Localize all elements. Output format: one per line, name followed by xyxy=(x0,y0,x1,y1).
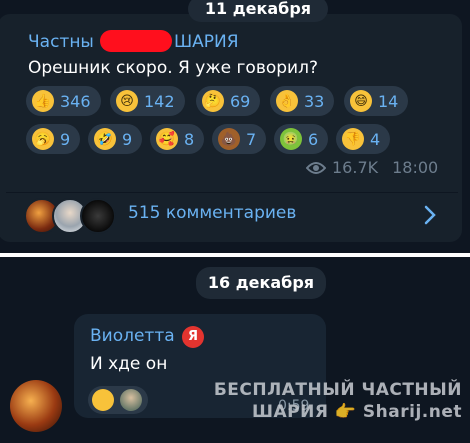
avatar[interactable] xyxy=(10,380,62,432)
post-time: 18:00 xyxy=(392,158,439,177)
divider xyxy=(6,192,458,193)
reaction-thumbs-up[interactable]: 👍 346 xyxy=(26,86,101,116)
comments-link[interactable]: 515 комментариев xyxy=(128,203,296,223)
reaction-count: 8 xyxy=(184,129,195,149)
sender-name[interactable]: Виолетта xyxy=(90,326,175,346)
rolling-laughing-face-icon: 🤣 xyxy=(94,128,116,150)
watermark-line: ШАРИЯ 👉 Sharij.net xyxy=(251,402,462,422)
view-count: 16.7K xyxy=(332,158,379,177)
separator-band xyxy=(0,253,470,257)
sender-badge: Я xyxy=(182,326,204,348)
crying-face-icon xyxy=(92,389,114,411)
reaction-count: 4 xyxy=(370,129,381,149)
eye-icon xyxy=(306,161,326,174)
thumbs-down-icon: 👎 xyxy=(342,128,364,150)
date-separator: 11 декабря xyxy=(188,0,328,22)
message-reactions[interactable] xyxy=(88,386,148,414)
channel-name-end[interactable]: ШАРИЯ xyxy=(174,32,239,52)
avatar xyxy=(80,198,116,234)
yawning-face-icon: 🥱 xyxy=(32,128,54,150)
reaction-ok-hand[interactable]: 👌 33 xyxy=(270,86,335,116)
reaction-count: 9 xyxy=(60,129,71,149)
reaction-count: 7 xyxy=(246,129,257,149)
reaction-count: 33 xyxy=(304,91,325,111)
date-separator: 16 декабря xyxy=(196,267,326,299)
message-text: И хде он xyxy=(90,354,168,374)
commenter-avatars[interactable] xyxy=(24,198,120,234)
reaction-crying[interactable]: 😢 142 xyxy=(110,86,185,116)
reaction-count: 9 xyxy=(122,129,133,149)
hugging-face-icon: 🥰 xyxy=(156,128,178,150)
reaction-count: 69 xyxy=(230,91,251,111)
post-meta: 16.7K 18:00 xyxy=(306,158,438,177)
ok-hand-icon: 👌 xyxy=(276,90,298,112)
reaction-hugging[interactable]: 🥰 8 xyxy=(150,124,205,154)
watermark: БЕСПЛАТНЫЙ ЧАСТНЫЙ ШАРИЯ 👉 Sharij.net xyxy=(214,380,462,422)
nauseated-face-icon: 🤢 xyxy=(280,128,302,150)
reaction-count: 14 xyxy=(378,91,399,111)
reaction-rolling-laughing[interactable]: 🤣 9 xyxy=(88,124,143,154)
thumbs-up-icon: 👍 xyxy=(32,90,54,112)
reaction-count: 6 xyxy=(308,129,319,149)
watermark-line: БЕСПЛАТНЫЙ ЧАСТНЫЙ xyxy=(213,380,462,400)
reaction-nauseated[interactable]: 🤢 6 xyxy=(274,124,329,154)
avatar xyxy=(120,389,142,411)
reaction-thumbs-down[interactable]: 👎 4 xyxy=(336,124,391,154)
reaction-yawning[interactable]: 🥱 9 xyxy=(26,124,81,154)
reaction-count: 346 xyxy=(60,91,91,111)
chevron-right-icon[interactable] xyxy=(424,205,436,225)
channel-name[interactable]: Частны xyxy=(28,32,94,52)
reaction-grinning[interactable]: 😄 14 xyxy=(344,86,409,116)
reaction-thinking[interactable]: 🤔 69 xyxy=(196,86,261,116)
redaction-mark xyxy=(100,30,172,52)
poop-icon: 💩 xyxy=(218,128,240,150)
thinking-face-icon: 🤔 xyxy=(202,90,224,112)
reaction-count: 142 xyxy=(144,91,175,111)
reaction-poop[interactable]: 💩 7 xyxy=(212,124,267,154)
post-text: Орешник скоро. Я уже говорил? xyxy=(28,58,318,78)
crying-face-icon: 😢 xyxy=(116,90,138,112)
grinning-face-icon: 😄 xyxy=(350,90,372,112)
